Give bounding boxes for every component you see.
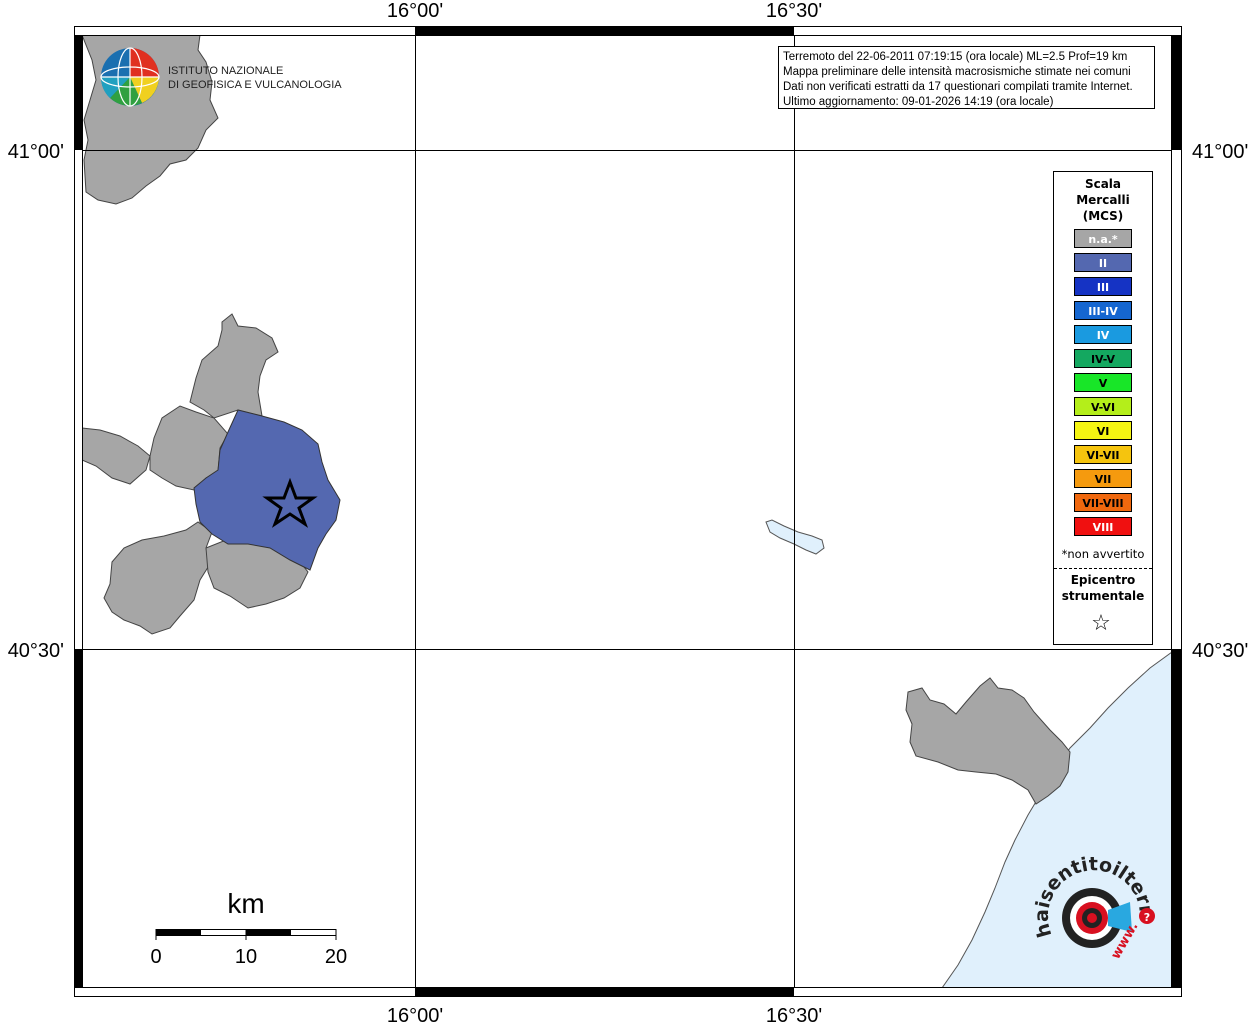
legend-swatch-label: V-VI	[1091, 401, 1115, 414]
legend-item: VI-VII	[1074, 445, 1132, 464]
info-line-2: Mappa preliminare delle intensità macros…	[783, 66, 1131, 78]
legend-epicenter-1: Epicentro	[1071, 573, 1136, 587]
legend-item: IV-V	[1074, 349, 1132, 368]
legend-item: IV	[1074, 325, 1132, 344]
legend-title-1: Scala	[1085, 177, 1121, 191]
lon-label-top-2: 16°30'	[766, 0, 822, 22]
legend-swatch-label: IV-V	[1091, 353, 1116, 366]
lat-label-right-1: 41°00'	[1192, 141, 1248, 163]
legend-panel: Scala Mercalli (MCS) n.a.*IIIIIIII-IVIVI…	[1053, 171, 1153, 645]
legend-epicenter-2: strumentale	[1062, 589, 1145, 603]
legend-item: VI	[1074, 421, 1132, 440]
legend-swatch-label: V	[1099, 377, 1108, 390]
scale-tick-20: 20	[325, 946, 347, 968]
legend-item: n.a.*	[1074, 229, 1132, 248]
legend-swatch-label: n.a.*	[1088, 233, 1118, 246]
scale-tick-0: 0	[150, 946, 161, 968]
legend-swatch-label: VII	[1095, 473, 1112, 486]
legend-item: VII-VIII	[1074, 493, 1132, 512]
legend-swatch-label: VI-VII	[1086, 449, 1119, 462]
lon-label-top-1: 16°00'	[387, 0, 443, 22]
legend-star-icon: ☆	[1091, 611, 1111, 636]
legend-swatch-label: VII-VIII	[1082, 497, 1123, 510]
legend-swatch-label: III	[1097, 281, 1109, 294]
legend-item: V-VI	[1074, 397, 1132, 416]
legend-item: V	[1074, 373, 1132, 392]
legend-item: III	[1074, 277, 1132, 296]
lat-label-right-2: 40°30'	[1192, 640, 1248, 662]
info-line-4: Ultimo aggiornamento: 09-01-2026 14:19 (…	[783, 96, 1054, 108]
legend-footnote: *non avvertito	[1062, 547, 1145, 561]
scale-unit: km	[227, 888, 264, 919]
event-info-box: Terremoto del 22-06-2011 07:19:15 (ora l…	[778, 46, 1155, 109]
legend-item: VII	[1074, 469, 1132, 488]
scale-tick-10: 10	[235, 946, 257, 968]
legend-swatch-label: IV	[1097, 329, 1110, 342]
legend-swatch-label: III-IV	[1088, 305, 1118, 318]
legend-swatch-label: II	[1099, 257, 1107, 270]
legend-title-2: Mercalli	[1076, 193, 1130, 207]
lon-label-bottom-1: 16°00'	[387, 1005, 443, 1024]
legend-swatch-label: VIII	[1093, 521, 1114, 534]
help-icon: ?	[1144, 911, 1150, 924]
legend-title-3: (MCS)	[1083, 209, 1124, 223]
legend-item: VIII	[1074, 517, 1132, 536]
legend-swatch-label: VI	[1097, 425, 1110, 438]
institute-line-2: DI GEOFISICA E VULCANOLOGIA	[168, 79, 342, 91]
lon-label-bottom-2: 16°30'	[766, 1005, 822, 1024]
lat-label-left-2: 40°30'	[8, 640, 64, 662]
lat-label-left-1: 41°00'	[8, 141, 64, 163]
info-line-1: Terremoto del 22-06-2011 07:19:15 (ora l…	[783, 51, 1127, 63]
map-canvas: 16°00' 16°30' 16°00' 16°30' 41°00' 40°30…	[0, 0, 1248, 1024]
info-line-3: Dati non verificati estratti da 17 quest…	[783, 81, 1133, 93]
legend-item: III-IV	[1074, 301, 1132, 320]
institute-line-1: ISTITUTO NAZIONALE	[168, 65, 283, 77]
legend-item: II	[1074, 253, 1132, 272]
